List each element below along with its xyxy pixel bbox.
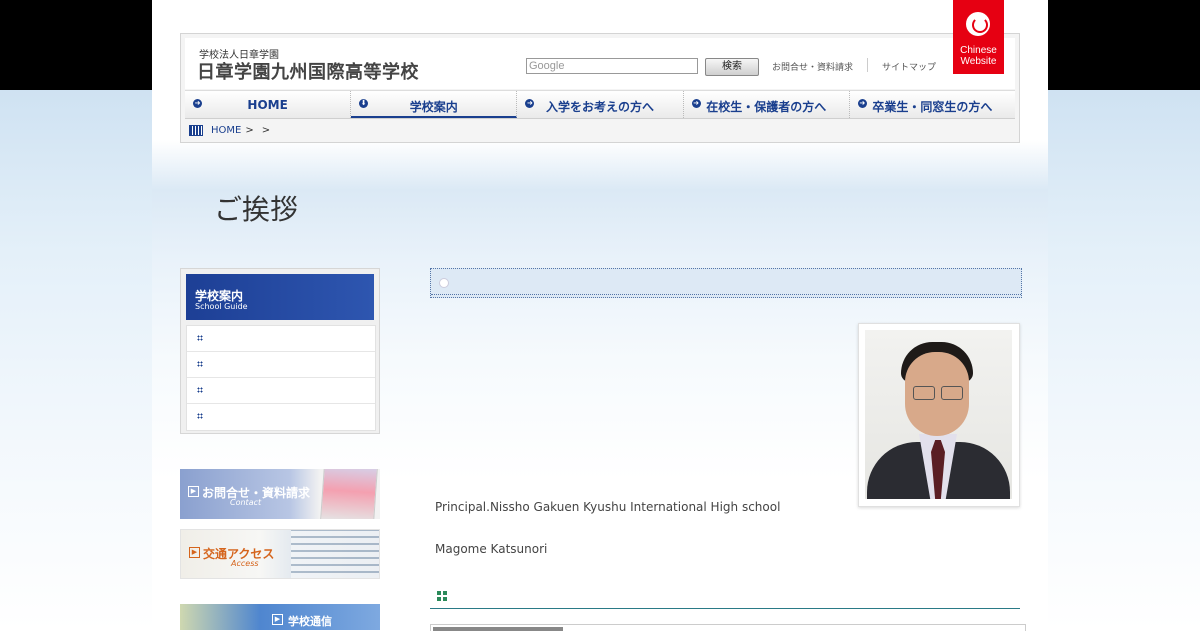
header-divider	[867, 58, 868, 72]
breadcrumb: HOME > >	[189, 122, 278, 138]
contact-banner[interactable]: ▶ お問合せ・資料請求 Contact	[180, 469, 380, 519]
school-news-banner[interactable]: ▶ 学校通信	[180, 604, 380, 630]
breadcrumb-separator: >	[245, 124, 254, 136]
background-left-dark	[0, 0, 152, 90]
breadcrumb-separator: >	[261, 124, 271, 136]
sidebar-item[interactable]	[187, 352, 375, 378]
nav-item-prospective[interactable]: ➜ 入学をお考えの方へ	[517, 91, 684, 118]
contact-link[interactable]: お問合せ・資料請求	[772, 60, 853, 73]
dotted-bullet-icon	[197, 413, 203, 419]
sidebar-item[interactable]	[187, 378, 375, 404]
arrow-right-icon: ▶	[272, 614, 283, 625]
nav-item-school-guide[interactable]: ⬇ 学校案内	[351, 91, 518, 118]
section-heading-bar	[430, 268, 1022, 298]
principal-name: Magome Katsunori	[435, 542, 548, 556]
sidebar-school-guide: 学校案内 School Guide	[180, 268, 380, 434]
nav-label: HOME	[247, 98, 288, 112]
circle-bullet-icon	[439, 278, 449, 288]
nav-item-home[interactable]: ➜ HOME	[185, 91, 352, 118]
school-logo-name[interactable]: 日章学園九州国際高等学校	[197, 58, 419, 84]
chinese-site-logo-icon	[966, 12, 990, 36]
nav-item-students-parents[interactable]: ➜ 在校生・保護者の方へ	[684, 91, 850, 118]
sidebar-item[interactable]	[187, 404, 375, 429]
dotted-bullet-icon	[197, 335, 203, 341]
search-button[interactable]: 検索	[705, 58, 759, 76]
portrait-glasses-right	[941, 386, 963, 400]
sidebar-item[interactable]	[187, 326, 375, 352]
principal-photo	[858, 323, 1020, 507]
access-banner[interactable]: ▶ 交通アクセス Access	[180, 529, 380, 579]
arrow-right-icon: ▶	[189, 547, 200, 558]
principal-portrait-image	[865, 330, 1012, 499]
page-title: ご挨拶	[214, 193, 299, 226]
site-header: 学校法人日章学園 日章学園九州国際高等学校 Google 検索 お問合せ・資料請…	[180, 33, 1020, 143]
sidebar-heading: 学校案内 School Guide	[186, 274, 374, 320]
sidebar-list	[186, 325, 376, 431]
arrow-right-icon: ▶	[188, 486, 199, 497]
subsection-heading	[430, 584, 1020, 609]
page-container: 学校法人日章学園 日章学園九州国際高等学校 Google 検索 お問合せ・資料請…	[152, 0, 1048, 631]
global-nav: ➜ HOME ⬇ 学校案内 ➜ 入学をお考えの方へ ➜ 在校生・保護者の方へ ➜…	[185, 90, 1015, 119]
building-icon	[189, 124, 203, 136]
school-news-banner-title: 学校通信	[288, 615, 332, 628]
contact-banner-subtitle: Contact	[230, 498, 262, 507]
principal-title: Principal.Nissho Gakuen Kyushu Internati…	[435, 500, 781, 514]
dotted-bullet-icon	[197, 387, 203, 393]
chinese-badge-line2: Website	[960, 56, 997, 67]
nav-label: 在校生・保護者の方へ	[706, 100, 827, 114]
chinese-website-button[interactable]: Chinese Website	[953, 0, 1004, 74]
background-right-dark	[1048, 0, 1200, 90]
chinese-badge-line1: Chinese	[960, 45, 997, 56]
access-banner-subtitle: Access	[231, 559, 259, 568]
grid-square-icon	[437, 591, 447, 601]
nav-item-alumni[interactable]: ➜ 卒業生・同窓生の方へ	[850, 91, 1015, 118]
nav-label: 入学をお考えの方へ	[546, 100, 655, 114]
breadcrumb-home[interactable]: HOME	[211, 125, 241, 136]
dotted-bullet-icon	[197, 361, 203, 367]
brochure-image	[320, 469, 378, 519]
search-input[interactable]: Google	[526, 58, 698, 74]
content-tab[interactable]	[433, 627, 563, 631]
header-top: 学校法人日章学園 日章学園九州国際高等学校 Google 検索 お問合せ・資料請…	[185, 38, 1015, 89]
school-building-image	[291, 530, 379, 578]
nav-label: 卒業生・同窓生の方へ	[872, 100, 993, 114]
sidebar-heading-en: School Guide	[195, 302, 248, 311]
sitemap-link[interactable]: サイトマップ	[882, 60, 936, 73]
nav-label: 学校案内	[409, 100, 458, 114]
portrait-glasses-left	[913, 386, 935, 400]
